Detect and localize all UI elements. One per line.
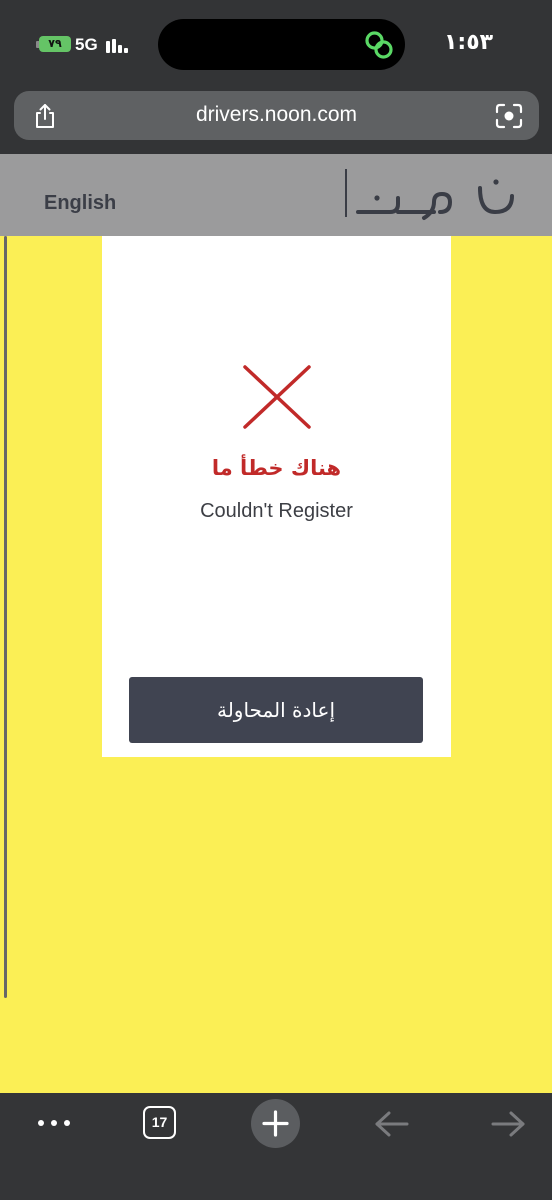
browser-bottom-toolbar: 17 bbox=[0, 1093, 552, 1200]
battery-indicator: ٧٩ bbox=[36, 36, 71, 52]
tabs-button[interactable]: 17 bbox=[143, 1106, 176, 1139]
more-options-icon[interactable] bbox=[37, 1115, 71, 1131]
link-icon bbox=[365, 31, 393, 59]
dynamic-island bbox=[158, 19, 405, 70]
scroll-indicator bbox=[4, 236, 7, 998]
url-text[interactable]: drivers.noon.com bbox=[14, 103, 539, 127]
site-header: English bbox=[0, 154, 552, 236]
network-type: 5G bbox=[75, 35, 98, 54]
signal-strength-icon bbox=[106, 37, 132, 53]
back-arrow-icon[interactable] bbox=[374, 1110, 410, 1138]
browser-top-chrome: ٧٩ 5G ١:٥٣ drivers.noon.com bbox=[0, 0, 552, 154]
status-bar: ٧٩ 5G ١:٥٣ bbox=[0, 0, 552, 86]
new-tab-button[interactable] bbox=[251, 1099, 300, 1148]
error-card: هناك خطأ ما Couldn't Register إعادة المح… bbox=[102, 236, 451, 757]
visual-lookup-icon[interactable] bbox=[495, 103, 523, 129]
retry-button[interactable]: إعادة المحاولة bbox=[129, 677, 423, 743]
address-bar[interactable]: drivers.noon.com bbox=[14, 91, 539, 140]
battery-level: ٧٩ bbox=[39, 36, 71, 52]
noon-logo-icon[interactable] bbox=[340, 168, 530, 224]
forward-arrow-icon[interactable] bbox=[490, 1110, 526, 1138]
status-time: ١:٥٣ bbox=[444, 30, 494, 55]
error-title: هناك خطأ ما bbox=[211, 456, 342, 480]
error-message: Couldn't Register bbox=[200, 500, 353, 522]
language-switch-link[interactable]: English bbox=[44, 192, 116, 215]
plus-icon bbox=[262, 1110, 289, 1137]
close-x-icon bbox=[243, 365, 311, 429]
